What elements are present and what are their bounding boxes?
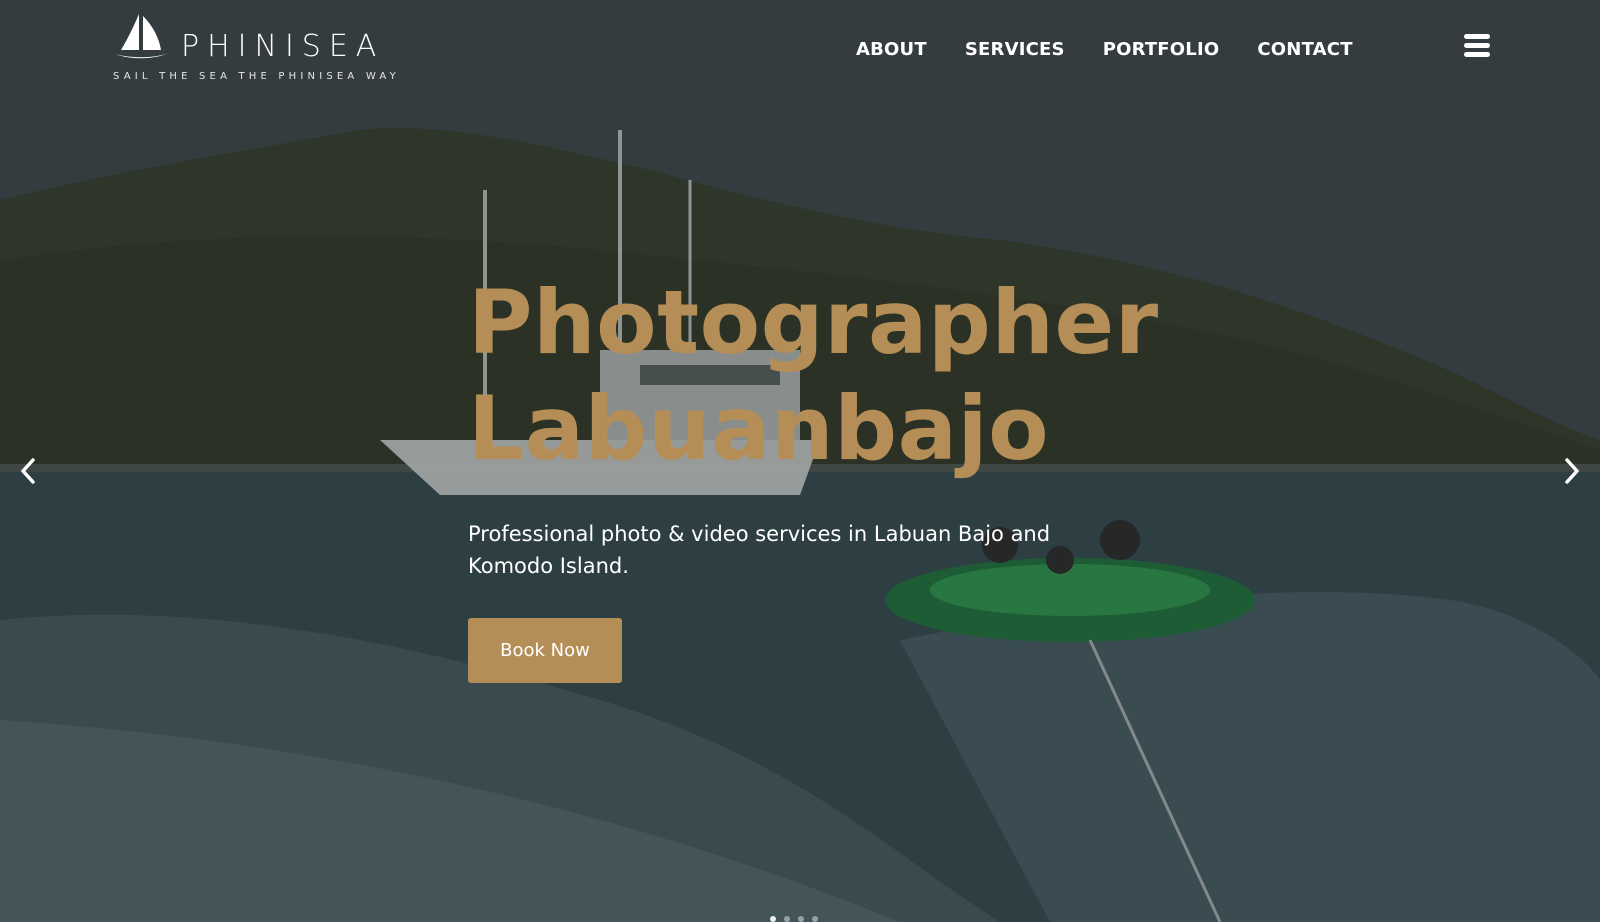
hamburger-menu-icon[interactable] xyxy=(1464,34,1490,58)
hero-subtitle: Professional photo & video services in L… xyxy=(468,522,1051,578)
site-header: PHINISEA SAIL THE SEA THE PHINISEA WAY A… xyxy=(0,0,1600,100)
book-now-button[interactable]: Book Now xyxy=(468,618,622,683)
hero-slider: PHINISEA SAIL THE SEA THE PHINISEA WAY A… xyxy=(0,0,1600,922)
main-nav: ABOUT SERVICES PORTFOLIO CONTACT xyxy=(856,38,1391,62)
nav-link-portfolio[interactable]: PORTFOLIO xyxy=(1103,38,1220,62)
slider-dots xyxy=(770,916,818,922)
nav-link-contact[interactable]: CONTACT xyxy=(1257,38,1352,62)
hero-headline-line1: Photographer xyxy=(468,271,1159,374)
slider-dot[interactable] xyxy=(812,916,818,922)
sailboat-logo-icon xyxy=(115,14,171,59)
hero-headline: Photographer Labuanbajo xyxy=(468,270,1159,482)
hero-headline-line2: Labuanbajo xyxy=(468,377,1050,480)
brand-tagline: SAIL THE SEA THE PHINISEA WAY xyxy=(113,71,400,82)
chevron-left-icon[interactable] xyxy=(18,456,40,486)
brand-logo[interactable]: PHINISEA SAIL THE SEA THE PHINISEA WAY xyxy=(113,12,396,86)
nav-link-about[interactable]: ABOUT xyxy=(856,38,927,62)
slider-dot[interactable] xyxy=(784,916,790,922)
slider-dot[interactable] xyxy=(770,916,776,922)
brand-name: PHINISEA xyxy=(181,29,385,64)
slider-dot[interactable] xyxy=(798,916,804,922)
nav-link-services[interactable]: SERVICES xyxy=(965,38,1065,62)
chevron-right-icon[interactable] xyxy=(1560,456,1582,486)
